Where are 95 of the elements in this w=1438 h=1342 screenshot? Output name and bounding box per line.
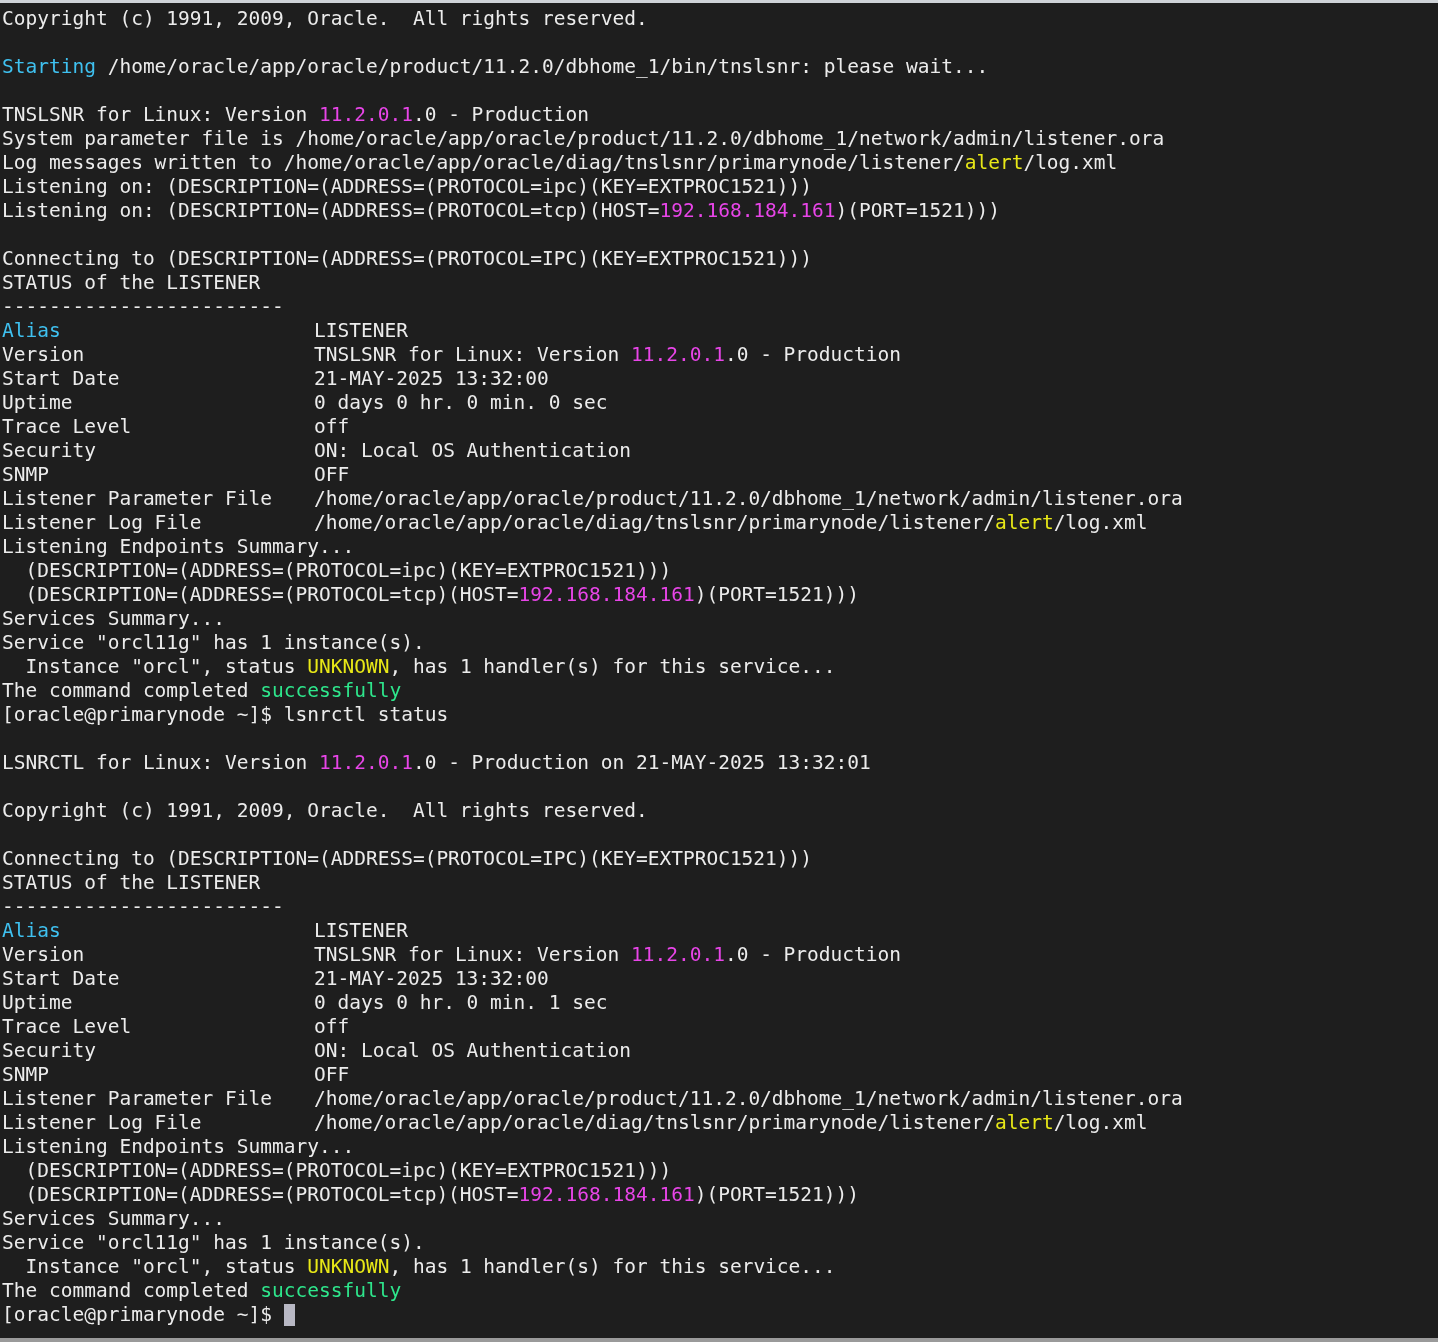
terminal-text: /log.xml: [1053, 1110, 1148, 1137]
terminal-text: ------------------------: [2, 294, 284, 321]
terminal-text: Security: [2, 438, 96, 465]
terminal-text: Uptime: [2, 390, 73, 417]
terminal-text: )(PORT=1521))): [694, 1182, 860, 1209]
terminal-text: Trace Level: [2, 414, 132, 441]
terminal-text: .0 - Production: [724, 342, 901, 369]
terminal-text: Services Summary...: [2, 606, 226, 633]
terminal-text: Security: [2, 1038, 96, 1065]
terminal-text: 11.2.0.1: [631, 942, 725, 969]
terminal-text: Services Summary...: [2, 1206, 226, 1233]
terminal-text: Version: [2, 942, 85, 969]
terminal-text: 11.2.0.1: [631, 342, 725, 369]
terminal-text: Uptime: [2, 990, 73, 1017]
terminal-text: alert: [994, 1110, 1054, 1137]
terminal-text: UNKNOWN: [307, 1254, 390, 1281]
terminal-text: alert: [964, 150, 1024, 177]
terminal-text: Alias: [2, 318, 61, 345]
terminal-text: ON: Local OS Authentication: [314, 1038, 631, 1065]
terminal-text: successfully: [260, 678, 402, 705]
terminal-text: Starting: [2, 54, 96, 81]
terminal-text: (DESCRIPTION=(ADDRESS=(PROTOCOL=ipc)(KEY=EXTPROC1521))): [24, 1158, 672, 1185]
terminal-text: The command completed: [2, 678, 250, 705]
terminal-text: [oracle@primarynode ~]$: [2, 1302, 273, 1329]
terminal-text: Connecting to (DESCRIPTION=(ADDRESS=(PROTOCOL=IPC)(KEY=EXTPROC1521))): [2, 246, 813, 273]
terminal-text: UNKNOWN: [307, 654, 390, 681]
terminal-text: Listener Parameter File: [2, 486, 273, 513]
terminal-text: /log.xml: [1023, 150, 1118, 177]
terminal-text: .0 - Production on 21-MAY-2025 13:32:01: [412, 750, 871, 777]
terminal-text: Copyright (c) 1991, 2009, Oracle. All rights reserved.: [2, 6, 648, 33]
terminal-text: /home/oracle/app/oracle/product/11.2.0/dbhome_1/network/admin/listener.ora: [314, 1086, 1183, 1113]
terminal-text: /log.xml: [1053, 510, 1148, 537]
terminal-text: Instance "orcl", status: [24, 654, 297, 681]
terminal-text: Listening Endpoints Summary...: [2, 1134, 355, 1161]
terminal-text: TNSLSNR for Linux: Version: [314, 342, 621, 369]
terminal-text: )(PORT=1521))): [694, 582, 860, 609]
terminal-text: 192.168.184.161: [518, 1182, 695, 1209]
terminal-text: 11.2.0.1: [319, 102, 413, 129]
terminal-text: LISTENER: [314, 918, 408, 945]
terminal-text: Start Date: [2, 366, 120, 393]
terminal-text: alert: [994, 510, 1054, 537]
terminal-text: OFF: [314, 1062, 350, 1089]
terminal-text: STATUS of the LISTENER: [2, 270, 261, 297]
terminal-text: , has 1 handler(s) for this service...: [389, 1254, 836, 1281]
terminal-text: LSNRCTL for Linux: Version: [2, 750, 309, 777]
terminal-text: /home/oracle/app/oracle/diag/tnslsnr/primarynode/listener/: [314, 1110, 995, 1137]
terminal-text: Listener Log File: [2, 1110, 202, 1137]
terminal-text: [oracle@primarynode ~]$ lsnrctl status: [2, 702, 449, 729]
terminal-text: ------------------------: [2, 894, 284, 921]
terminal-text: SNMP: [2, 462, 49, 489]
terminal-text: Listener Parameter File: [2, 1086, 273, 1113]
terminal-text: off: [314, 1014, 350, 1041]
terminal-text: TNSLSNR for Linux: Version: [314, 942, 621, 969]
terminal-text: Service "orcl11g" has 1 instance(s).: [2, 1230, 425, 1257]
terminal-text: System parameter file is /home/oracle/app/oracle/product/11.2.0/dbhome_1/network/admin/listener.ora: [2, 126, 1165, 153]
terminal-text: (DESCRIPTION=(ADDRESS=(PROTOCOL=tcp)(HOST=: [24, 1182, 519, 1209]
terminal-text: off: [314, 414, 350, 441]
terminal-text: Version: [2, 342, 85, 369]
terminal-text: )(PORT=1521))): [835, 198, 1000, 225]
terminal-text: 21-MAY-2025 13:32:00: [314, 366, 549, 393]
terminal-text: TNSLSNR for Linux: Version: [2, 102, 309, 129]
terminal-text: .0 - Production: [412, 102, 589, 129]
terminal-text: 21-MAY-2025 13:32:00: [314, 966, 549, 993]
terminal-text: 11.2.0.1: [319, 750, 413, 777]
terminal-text: , has 1 handler(s) for this service...: [389, 654, 836, 681]
terminal-text: .0 - Production: [724, 942, 901, 969]
terminal-text: The command completed: [2, 1278, 250, 1305]
terminal-text: successfully: [260, 1278, 402, 1305]
terminal-text: Listener Log File: [2, 510, 202, 537]
terminal-text: Alias: [2, 918, 61, 945]
terminal-text: Listening on: (DESCRIPTION=(ADDRESS=(PROTOCOL=tcp)(HOST=: [2, 198, 660, 225]
terminal-text: 0 days 0 hr. 0 min. 0 sec: [314, 390, 608, 417]
terminal-text: ON: Local OS Authentication: [314, 438, 631, 465]
terminal-text: SNMP: [2, 1062, 49, 1089]
terminal-text: Trace Level: [2, 1014, 132, 1041]
terminal-text: 192.168.184.161: [518, 582, 695, 609]
terminal-text: Listening on: (DESCRIPTION=(ADDRESS=(PROTOCOL=ipc)(KEY=EXTPROC1521))): [2, 174, 813, 201]
terminal-text: OFF: [314, 462, 350, 489]
terminal-text: /home/oracle/app/oracle/diag/tnslsnr/primarynode/listener/: [314, 510, 995, 537]
terminal-text: 0 days 0 hr. 0 min. 1 sec: [314, 990, 608, 1017]
cursor: [283, 1304, 295, 1326]
terminal-text: Listening Endpoints Summary...: [2, 534, 355, 561]
terminal-text: Copyright (c) 1991, 2009, Oracle. All rights reserved.: [2, 798, 648, 825]
terminal-text: (DESCRIPTION=(ADDRESS=(PROTOCOL=ipc)(KEY=EXTPROC1521))): [24, 558, 672, 585]
terminal-text: (DESCRIPTION=(ADDRESS=(PROTOCOL=tcp)(HOST=: [24, 582, 519, 609]
terminal-text: STATUS of the LISTENER: [2, 870, 261, 897]
terminal-text: LISTENER: [314, 318, 408, 345]
terminal-text: 192.168.184.161: [659, 198, 836, 225]
terminal-text: Service "orcl11g" has 1 instance(s).: [2, 630, 425, 657]
terminal-text: Instance "orcl", status: [24, 1254, 297, 1281]
terminal-text: /home/oracle/app/oracle/product/11.2.0/dbhome_1/bin/tnslsnr: please wait...: [106, 54, 989, 81]
terminal-text: Log messages written to /home/oracle/app/oracle/diag/tnslsnr/primarynode/listener/: [2, 150, 965, 177]
terminal-text: /home/oracle/app/oracle/product/11.2.0/dbhome_1/network/admin/listener.ora: [314, 486, 1183, 513]
terminal-text: Connecting to (DESCRIPTION=(ADDRESS=(PROTOCOL=IPC)(KEY=EXTPROC1521))): [2, 846, 813, 873]
terminal-text: Start Date: [2, 966, 120, 993]
